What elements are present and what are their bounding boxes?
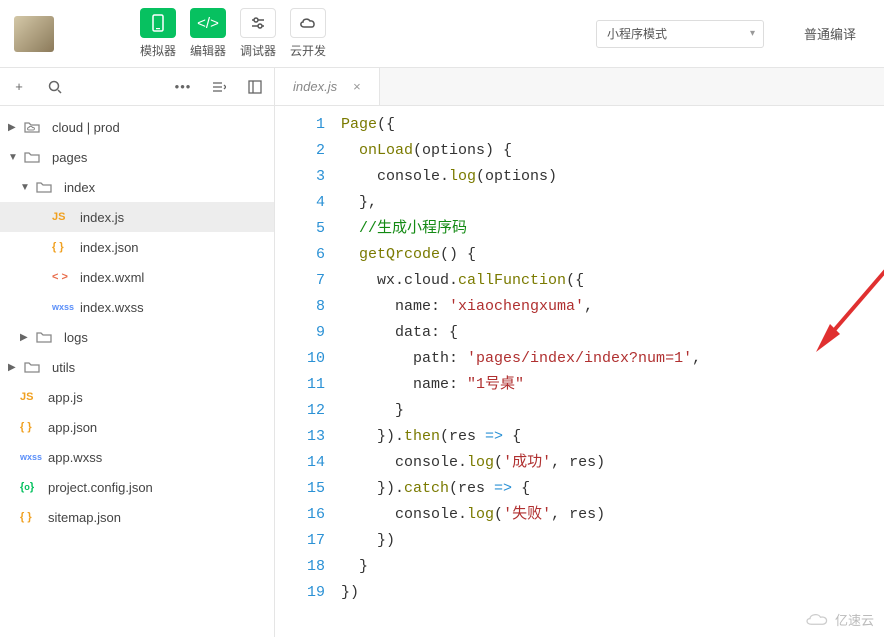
tab-title: index.js	[293, 79, 337, 94]
tab-bar: index.js ×	[275, 68, 884, 106]
simulator-button[interactable]: 模拟器	[140, 8, 176, 59]
chevron-right-icon: ▶	[8, 362, 18, 373]
tree-file-sitemap[interactable]: { }sitemap.json	[0, 502, 274, 532]
folder-icon	[36, 181, 58, 193]
tree-folder-utils[interactable]: ▶utils	[0, 352, 274, 382]
editor-pane: index.js × 12345678910111213141516171819…	[275, 68, 884, 637]
tree-file-app-js[interactable]: JSapp.js	[0, 382, 274, 412]
wxss-icon: wxss	[52, 302, 74, 312]
tree-folder-logs[interactable]: ▶logs	[0, 322, 274, 352]
tree-file-app-json[interactable]: { }app.json	[0, 412, 274, 442]
tree-file-project-config[interactable]: {o}project.config.json	[0, 472, 274, 502]
json-icon: { }	[20, 421, 42, 433]
json-icon: { }	[20, 511, 42, 523]
watermark-text: 亿速云	[835, 610, 874, 629]
gutter: 12345678910111213141516171819	[275, 112, 341, 637]
debugger-label: 调试器	[240, 42, 276, 59]
js-icon: JS	[52, 211, 74, 223]
tree-folder-index[interactable]: ▼index	[0, 172, 274, 202]
more-icon[interactable]: •••	[174, 78, 192, 96]
code-content[interactable]: Page({ onLoad(options) { console.log(opt…	[341, 112, 884, 637]
add-icon[interactable]: +	[10, 78, 28, 96]
js-icon: JS	[20, 391, 42, 403]
folder-cloud-icon	[24, 121, 46, 133]
top-toolbar: 模拟器 </> 编辑器 调试器 云开发 小程序模式 普通编译	[0, 0, 884, 68]
tree-file-index-wxss[interactable]: wxssindex.wxss	[0, 292, 274, 322]
settings-icon	[240, 8, 276, 38]
json-icon: { }	[52, 241, 74, 253]
folder-icon	[36, 331, 58, 343]
folder-icon	[24, 151, 46, 163]
collapse-icon[interactable]	[210, 78, 228, 96]
watermark: 亿速云	[803, 610, 874, 629]
config-icon: {o}	[20, 481, 42, 493]
tool-group: 模拟器 </> 编辑器 调试器 云开发	[140, 8, 326, 59]
simulator-label: 模拟器	[140, 42, 176, 59]
code-editor[interactable]: 12345678910111213141516171819 Page({ onL…	[275, 106, 884, 637]
wxss-icon: wxss	[20, 452, 42, 462]
file-tree: ▶cloud | prod ▼pages ▼index JSindex.js {…	[0, 106, 274, 532]
chevron-down-icon: ▼	[8, 152, 18, 163]
cloud-button[interactable]: 云开发	[290, 8, 326, 59]
sidebar-actions: + •••	[0, 68, 274, 106]
debugger-button[interactable]: 调试器	[240, 8, 276, 59]
mode-select[interactable]: 小程序模式	[596, 20, 764, 48]
chevron-right-icon: ▶	[8, 122, 18, 133]
search-icon[interactable]	[46, 78, 64, 96]
tree-file-index-js[interactable]: JSindex.js	[0, 202, 274, 232]
close-icon[interactable]: ×	[353, 79, 361, 94]
tree-file-index-json[interactable]: { }index.json	[0, 232, 274, 262]
main: + ••• ▶cloud | prod ▼pages ▼index JSinde…	[0, 68, 884, 637]
phone-icon	[140, 8, 176, 38]
cloud-icon	[290, 8, 326, 38]
avatar[interactable]	[14, 16, 54, 52]
mode-value: 小程序模式	[607, 25, 667, 42]
tab-index-js[interactable]: index.js ×	[275, 68, 380, 105]
chevron-down-icon: ▼	[20, 182, 30, 193]
code-icon: </>	[190, 8, 226, 38]
editor-label: 编辑器	[190, 42, 226, 59]
sidebar: + ••• ▶cloud | prod ▼pages ▼index JSinde…	[0, 68, 275, 637]
tree-file-app-wxss[interactable]: wxssapp.wxss	[0, 442, 274, 472]
tree-folder-cloud[interactable]: ▶cloud | prod	[0, 112, 274, 142]
tree-file-index-wxml[interactable]: < >index.wxml	[0, 262, 274, 292]
compile-label[interactable]: 普通编译	[804, 24, 856, 43]
chevron-right-icon: ▶	[20, 332, 30, 343]
editor-button[interactable]: </> 编辑器	[190, 8, 226, 59]
cloud-label: 云开发	[290, 42, 326, 59]
panel-icon[interactable]	[246, 78, 264, 96]
wxml-icon: < >	[52, 271, 74, 283]
tree-folder-pages[interactable]: ▼pages	[0, 142, 274, 172]
folder-icon	[24, 361, 46, 373]
